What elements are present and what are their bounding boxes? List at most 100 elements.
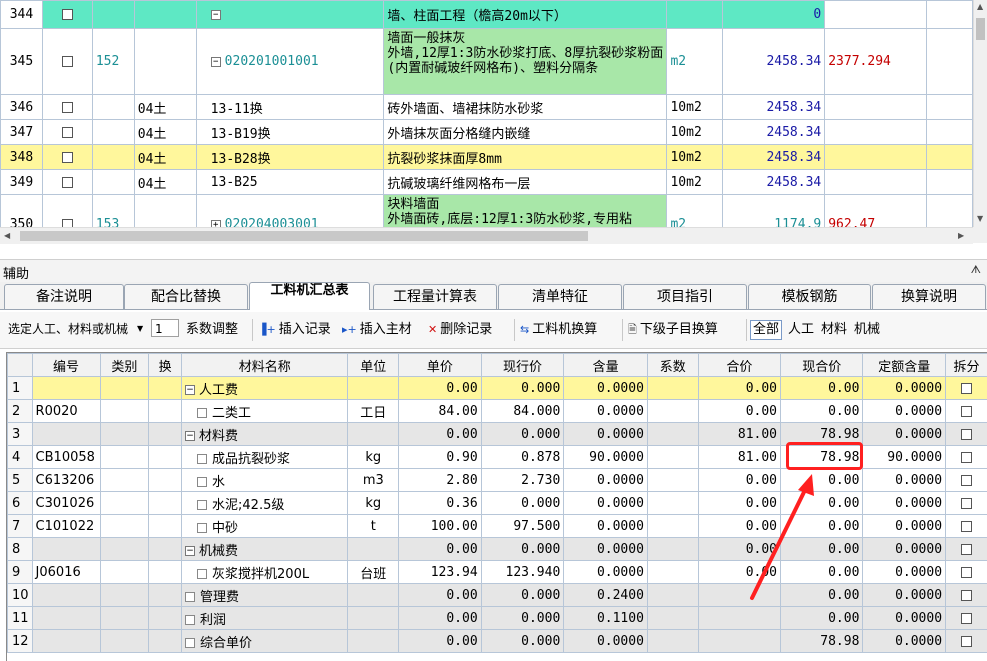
unit-price-cell[interactable]: 2.80: [399, 469, 482, 492]
material-code[interactable]: C101022: [32, 515, 100, 538]
swap-cell[interactable]: [149, 400, 182, 423]
code-cell[interactable]: −020201001001: [196, 29, 384, 95]
material-code[interactable]: J06016: [32, 561, 100, 584]
quota-content-cell[interactable]: 0.0000: [863, 492, 946, 515]
delete-record-button[interactable]: ✕删除记录: [428, 320, 492, 340]
table-row[interactable]: 6C301026水泥;42.5级kg0.360.0000.00000.000.0…: [8, 492, 987, 515]
filter-all-button[interactable]: 全部: [750, 320, 782, 340]
swap-cell[interactable]: [149, 377, 182, 400]
material-name-cell[interactable]: 管理费: [182, 584, 348, 607]
current-price-cell[interactable]: 0.000: [481, 630, 564, 653]
column-header[interactable]: 含量: [564, 354, 648, 377]
material-code[interactable]: R0020: [32, 400, 100, 423]
row-checkbox[interactable]: [42, 95, 92, 120]
unit-price-cell[interactable]: 0.00: [399, 423, 482, 446]
unit-cell[interactable]: [348, 584, 399, 607]
material-name-cell[interactable]: 二类工: [182, 400, 348, 423]
category-cell[interactable]: [100, 538, 149, 561]
insert-record-button[interactable]: ▐+插入记录: [258, 320, 331, 340]
coefficient-cell[interactable]: [647, 423, 698, 446]
unit-price-cell[interactable]: 0.00: [399, 538, 482, 561]
category-cell[interactable]: [100, 561, 149, 584]
table-row[interactable]: 2R0020二类工工日84.0084.0000.00000.000.000.00…: [8, 400, 987, 423]
content-cell[interactable]: 0.1100: [564, 607, 648, 630]
current-price-cell[interactable]: 2.730: [481, 469, 564, 492]
quota-content-cell[interactable]: 0.0000: [863, 607, 946, 630]
current-price-cell[interactable]: 123.940: [481, 561, 564, 584]
column-header[interactable]: 单位: [348, 354, 399, 377]
bill-row[interactable]: 350153+020204003001块料墙面 外墙面砖,底层:12厚1:3防水…: [1, 195, 973, 228]
swap-cell[interactable]: [149, 469, 182, 492]
checkbox-icon[interactable]: [62, 56, 73, 67]
filter-material-button[interactable]: 材料: [821, 320, 847, 340]
quota-content-cell[interactable]: 0.0000: [863, 515, 946, 538]
content-cell[interactable]: 90.0000: [564, 446, 648, 469]
content-cell[interactable]: 0.2400: [564, 584, 648, 607]
category-cell[interactable]: [100, 492, 149, 515]
material-code[interactable]: [32, 607, 100, 630]
material-name-cell[interactable]: −机械费: [182, 538, 348, 561]
table-row[interactable]: 7C101022中砂t100.0097.5000.00000.000.000.0…: [8, 515, 987, 538]
category-cell[interactable]: [100, 515, 149, 538]
current-price-cell[interactable]: 0.000: [481, 423, 564, 446]
pin-icon[interactable]: ᗑ: [971, 263, 981, 277]
split-cell[interactable]: [946, 630, 987, 653]
split-checkbox[interactable]: [961, 406, 972, 417]
split-cell[interactable]: [946, 607, 987, 630]
swap-cell[interactable]: [149, 446, 182, 469]
row-checkbox[interactable]: [42, 170, 92, 195]
bill-row[interactable]: 344−墙、柱面工程（檐高20m以下）0: [1, 1, 973, 29]
collapse-icon[interactable]: −: [185, 546, 195, 556]
column-header[interactable]: 换: [149, 354, 182, 377]
split-cell[interactable]: [946, 377, 987, 400]
column-header[interactable]: 合价: [698, 354, 780, 377]
material-code[interactable]: [32, 630, 100, 653]
unit-price-cell[interactable]: 123.94: [399, 561, 482, 584]
unit-cell[interactable]: kg: [348, 446, 399, 469]
coefficient-cell[interactable]: [647, 538, 698, 561]
unit-cell[interactable]: [348, 423, 399, 446]
content-cell[interactable]: 0.0000: [564, 630, 648, 653]
horizontal-scroll-thumb[interactable]: [20, 231, 588, 241]
code-cell[interactable]: 13-B25: [196, 170, 384, 195]
collapse-icon[interactable]: −: [211, 10, 221, 20]
content-cell[interactable]: 0.0000: [564, 538, 648, 561]
code-cell[interactable]: −: [196, 1, 384, 29]
bill-row[interactable]: 34904土13-B25抗碱玻璃纤维网格布一层10m22458.34: [1, 170, 973, 195]
quota-content-cell[interactable]: 90.0000: [863, 446, 946, 469]
tab-mix-replace[interactable]: 配合比替换: [124, 284, 248, 309]
checkbox-icon[interactable]: [62, 177, 73, 188]
content-cell[interactable]: 0.0000: [564, 377, 648, 400]
bill-row[interactable]: 345152−020201001001墙面一般抹灰 外墙,12厚1:3防水砂浆打…: [1, 29, 973, 95]
scroll-right-icon[interactable]: ▶: [958, 231, 964, 240]
column-header[interactable]: 定额含量: [863, 354, 946, 377]
category-cell[interactable]: [100, 469, 149, 492]
tab-labor-material-summary[interactable]: 工料机汇总表: [249, 282, 370, 310]
category-cell[interactable]: [100, 423, 149, 446]
material-code[interactable]: C301026: [32, 492, 100, 515]
split-cell[interactable]: [946, 469, 987, 492]
coefficient-cell[interactable]: [647, 515, 698, 538]
category-cell[interactable]: [100, 630, 149, 653]
current-price-cell[interactable]: 0.000: [481, 538, 564, 561]
code-cell[interactable]: +020204003001: [196, 195, 384, 228]
split-checkbox[interactable]: [961, 636, 972, 647]
tab-conversion-notes[interactable]: 换算说明: [872, 284, 986, 309]
resource-type-select[interactable]: 选定人工、材料或机械: [8, 320, 148, 338]
unit-price-cell[interactable]: 0.36: [399, 492, 482, 515]
checkbox-icon[interactable]: [62, 127, 73, 138]
coefficient-cell[interactable]: [647, 584, 698, 607]
split-cell[interactable]: [946, 515, 987, 538]
swap-cell[interactable]: [149, 561, 182, 584]
content-cell[interactable]: 0.0000: [564, 469, 648, 492]
coefficient-cell[interactable]: [647, 492, 698, 515]
unit-price-cell[interactable]: 100.00: [399, 515, 482, 538]
table-row[interactable]: 8−机械费0.000.0000.00000.000.000.0000: [8, 538, 987, 561]
current-price-cell[interactable]: 0.000: [481, 492, 564, 515]
split-checkbox[interactable]: [961, 452, 972, 463]
table-row[interactable]: 12综合单价0.000.0000.000078.980.0000: [8, 630, 987, 653]
material-name-cell[interactable]: −人工费: [182, 377, 348, 400]
tab-item-guide[interactable]: 项目指引: [623, 284, 747, 309]
column-header[interactable]: 材料名称: [182, 354, 348, 377]
unit-cell[interactable]: m3: [348, 469, 399, 492]
